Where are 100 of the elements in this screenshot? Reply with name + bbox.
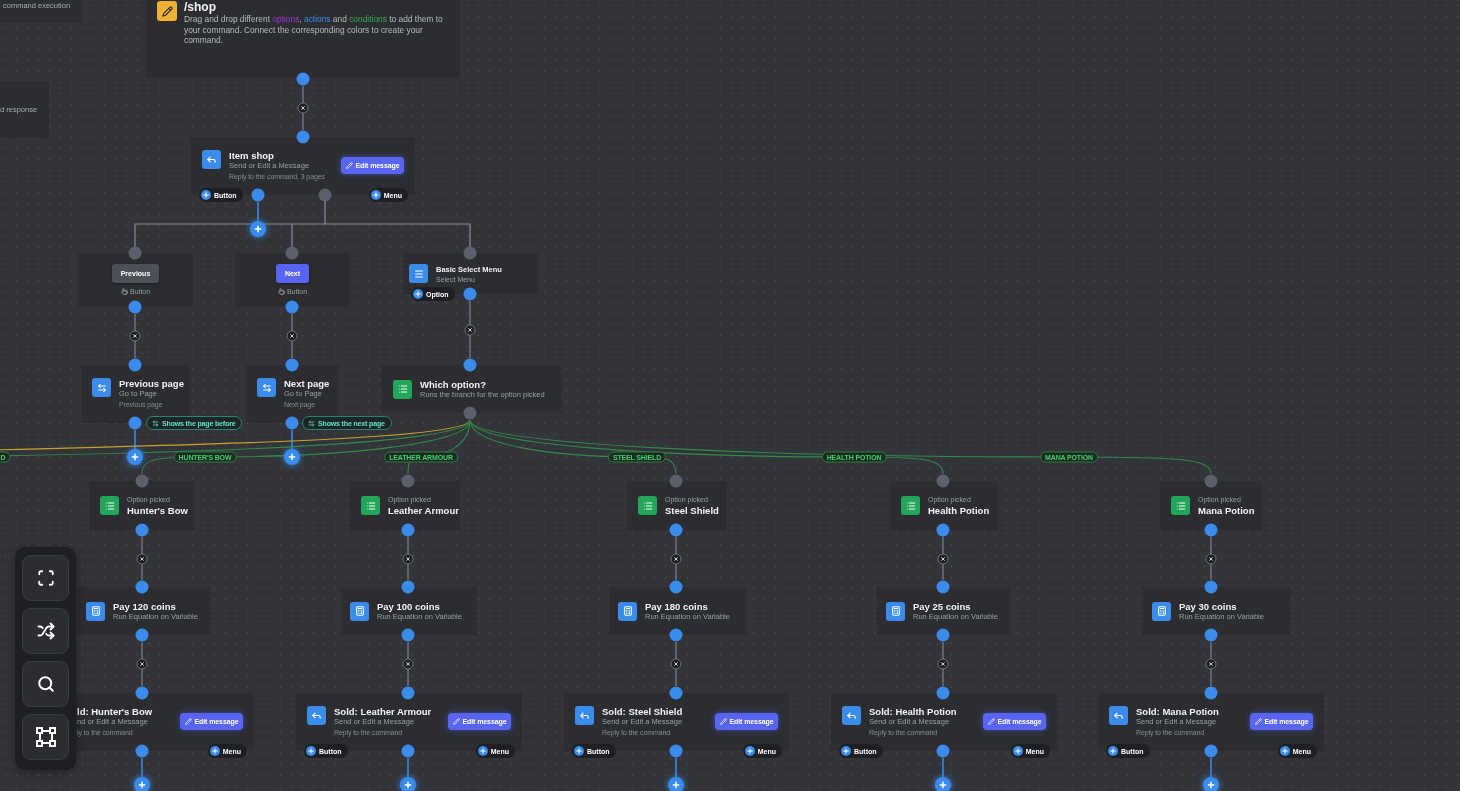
connection-port[interactable] [936,628,950,642]
connection-port[interactable] [135,628,149,642]
connection-port[interactable] [135,744,149,758]
connection-port[interactable] [296,72,310,86]
connector-line [302,85,304,131]
add-node-button[interactable] [127,449,143,465]
delete-edge-button[interactable] [670,553,682,565]
list-icon [361,496,380,515]
add-node-button[interactable] [284,449,300,465]
connection-port[interactable] [936,744,950,758]
delete-edge-button[interactable] [286,330,298,342]
search-button[interactable] [22,661,69,707]
connection-port[interactable] [1204,580,1218,594]
reply-icon [1109,706,1128,725]
connection-port[interactable] [463,406,477,420]
delete-edge-button[interactable] [464,324,476,336]
node-title: Next page [284,378,330,389]
connection-port[interactable] [401,474,415,488]
connection-port[interactable] [135,580,149,594]
list-icon [638,496,657,515]
bounding-box-button[interactable] [22,714,69,760]
delete-edge-button[interactable] [136,553,148,565]
connection-port[interactable] [1204,523,1218,537]
connection-port[interactable] [128,416,142,430]
add-node-button[interactable] [400,777,416,791]
connection-port[interactable] [401,744,415,758]
connection-port[interactable] [669,686,683,700]
connection-port[interactable] [463,246,477,260]
connection-port[interactable] [285,416,299,430]
connection-port[interactable] [285,246,299,260]
command-description: Drag and drop different options, actions and conditions to add them to your command. Connect the corresponding colors to create your command. [184,14,444,46]
plus-icon [370,190,381,200]
shuffle-button[interactable] [22,608,69,654]
plus-icon [306,746,316,756]
connection-port[interactable] [936,580,950,594]
connection-port[interactable] [669,628,683,642]
connection-port[interactable] [251,188,265,202]
plus-icon [209,746,220,756]
connection-port[interactable] [669,580,683,594]
connection-port[interactable] [936,686,950,700]
delete-edge-button[interactable] [402,658,414,670]
connector-line [942,641,944,687]
search-icon [36,675,55,693]
connection-port[interactable] [285,358,299,372]
connection-port[interactable] [669,523,683,537]
add-node-button[interactable] [668,777,684,791]
connector-line [1210,757,1212,778]
pencil-icon [987,718,995,725]
delete-edge-button[interactable] [937,553,949,565]
connection-port[interactable] [285,300,299,314]
plus-icon [574,746,584,756]
connection-port[interactable] [669,744,683,758]
connection-port[interactable] [1204,744,1218,758]
connector-line [675,536,677,581]
pencil-icon [452,718,460,725]
connection-port[interactable] [296,130,310,144]
connection-port[interactable] [318,188,332,202]
calculator-icon [886,601,905,621]
list-icon [1171,496,1190,515]
node-title: Item shop [229,150,275,161]
delete-edge-button[interactable] [129,330,141,342]
connection-port[interactable] [128,246,142,260]
connection-port[interactable] [1204,686,1218,700]
node-title: Sold: Leather Armour [334,706,432,717]
pencil-icon [1254,718,1262,725]
connection-port[interactable] [936,474,950,488]
delete-edge-button[interactable] [402,553,414,565]
connection-port[interactable] [135,474,149,488]
connection-port[interactable] [936,523,950,537]
node-title: Pay 30 coins [1179,600,1238,612]
connection-port[interactable] [1204,474,1218,488]
node-title: Steel Shield [665,505,719,516]
connection-port[interactable] [401,628,415,642]
connection-port[interactable] [1204,628,1218,642]
connection-port[interactable] [401,580,415,594]
add-node-button[interactable] [935,777,951,791]
connection-port[interactable] [463,287,477,301]
connection-port[interactable] [401,686,415,700]
delete-edge-button[interactable] [937,658,949,670]
connection-port[interactable] [128,358,142,372]
add-node-button[interactable] [250,221,266,237]
connection-port[interactable] [135,523,149,537]
plus-icon [413,289,423,299]
delete-edge-button[interactable] [136,658,148,670]
connection-port[interactable] [669,474,683,488]
add-node-button[interactable] [134,777,150,791]
delete-edge-button[interactable] [1205,553,1217,565]
fullscreen-button[interactable] [22,555,69,601]
connector-line [675,757,677,778]
delete-edge-button[interactable] [1205,658,1217,670]
plus-icon [1279,746,1290,756]
connection-port[interactable] [401,523,415,537]
delete-edge-button[interactable] [297,102,309,114]
add-node-button[interactable] [1203,777,1219,791]
connection-port[interactable] [128,300,142,314]
connection-port[interactable] [463,358,477,372]
connection-port[interactable] [135,686,149,700]
command-title: /shop [184,1,217,14]
delete-edge-button[interactable] [670,658,682,670]
node-title: Previous page [119,378,184,389]
